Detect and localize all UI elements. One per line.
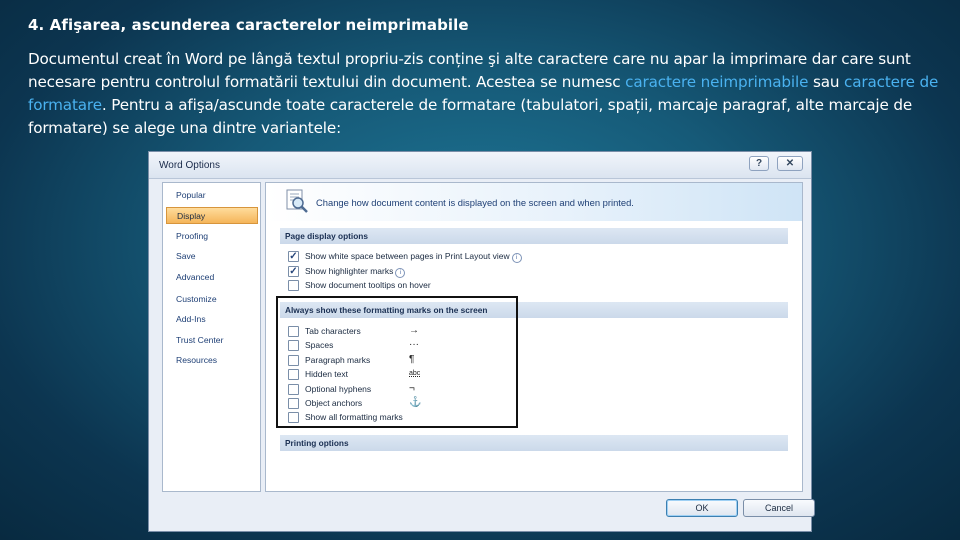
dialog-titlebar: Word Options ? ✕	[149, 152, 811, 179]
sidebar-item-trust-center[interactable]: Trust Center	[166, 332, 258, 349]
sidebar-item-add-ins[interactable]: Add-Ins	[166, 311, 258, 328]
dialog-title: Word Options	[159, 160, 220, 171]
sidebar-item-customize[interactable]: Customize	[166, 291, 258, 308]
sidebar-item-proofing[interactable]: Proofing	[166, 228, 258, 245]
option-label: Show highlighter marks i	[305, 266, 406, 278]
sidebar-item-display[interactable]: Display	[166, 207, 258, 224]
info-icon: i	[395, 268, 406, 278]
sidebar-item-advanced[interactable]: Advanced	[166, 269, 258, 286]
help-button[interactable]: ?	[749, 156, 769, 171]
option-label: Show white space between pages in Print …	[305, 251, 522, 263]
slide-body: Documentul creat în Word pe lângă textul…	[28, 48, 943, 140]
banner-text: Change how document content is displayed…	[316, 197, 634, 208]
sidebar-item-save[interactable]: Save	[166, 248, 258, 265]
options-content: Change how document content is displayed…	[265, 182, 803, 492]
printing-options-header: Printing options	[280, 435, 788, 451]
highlight-term-1: caractere neimprimabile	[625, 73, 809, 91]
cancel-button[interactable]: Cancel	[743, 499, 815, 517]
body-text-2: sau	[808, 73, 845, 91]
option-label: Show document tooltips on hover	[305, 280, 431, 290]
formatting-marks-highlight-box	[276, 296, 518, 428]
magnifier-document-icon	[286, 189, 308, 213]
sidebar-item-resources[interactable]: Resources	[166, 352, 258, 369]
slide-title: 4. Afişarea, ascunderea caracterelor nei…	[28, 16, 469, 34]
checkbox-white-space[interactable]: ✓	[288, 251, 299, 262]
checkbox-highlighter[interactable]: ✓	[288, 266, 299, 277]
ok-button[interactable]: OK	[666, 499, 738, 517]
word-options-dialog: Word Options ? ✕ Popular Display Proofin…	[148, 151, 815, 532]
close-button[interactable]: ✕	[777, 156, 803, 171]
options-sidebar: Popular Display Proofing Save Advanced C…	[162, 182, 261, 492]
page-display-header: Page display options	[280, 228, 788, 244]
info-icon: i	[511, 253, 522, 263]
body-text-3: . Pentru a afişa/ascunde toate caractere…	[28, 96, 913, 137]
sidebar-item-popular[interactable]: Popular	[166, 187, 258, 204]
checkbox-tooltips[interactable]	[288, 280, 299, 291]
display-banner: Change how document content is displayed…	[266, 183, 802, 221]
